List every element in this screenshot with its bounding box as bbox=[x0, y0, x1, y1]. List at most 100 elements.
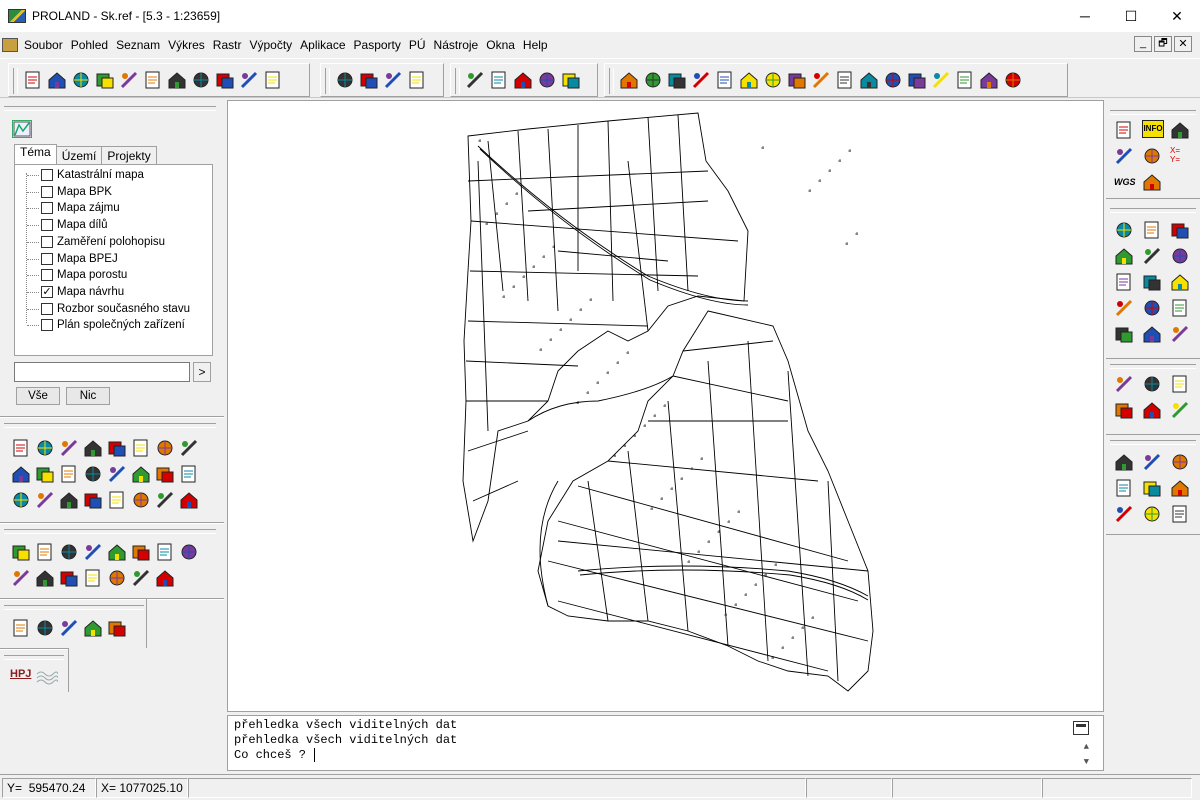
bullet-list-icon[interactable] bbox=[1114, 400, 1136, 422]
filter-input[interactable] bbox=[14, 362, 190, 382]
layer-item[interactable]: Zaměření polohopisu bbox=[26, 234, 165, 250]
layer-checkbox[interactable] bbox=[41, 319, 53, 332]
menu-pohled[interactable]: Pohled bbox=[67, 38, 112, 52]
menu-nastroje[interactable]: Nástroje bbox=[430, 38, 483, 52]
panel-grip[interactable] bbox=[1110, 208, 1196, 213]
atr-blue-icon[interactable] bbox=[1170, 504, 1192, 526]
atr-search-icon[interactable] bbox=[1142, 452, 1164, 474]
layer-checkbox[interactable] bbox=[41, 252, 53, 265]
scissors-icon[interactable] bbox=[1170, 272, 1192, 294]
layer-item[interactable]: Katastrální mapa bbox=[27, 167, 144, 183]
select-points-icon[interactable] bbox=[537, 70, 557, 90]
close-button[interactable]: ✕ bbox=[1154, 0, 1200, 32]
wgs-icon[interactable]: WGS bbox=[1114, 172, 1136, 194]
person-blue-icon[interactable] bbox=[11, 618, 33, 640]
menu-vypocty[interactable]: Výpočty bbox=[245, 38, 296, 52]
select-frame-icon[interactable] bbox=[1114, 272, 1136, 294]
hpj-button[interactable]: HPJ bbox=[10, 668, 31, 680]
target-icon[interactable] bbox=[1142, 146, 1164, 168]
highlighter-icon[interactable] bbox=[1142, 400, 1164, 422]
house-icon[interactable] bbox=[619, 70, 639, 90]
paint-icon[interactable] bbox=[155, 542, 177, 564]
book-person-icon[interactable] bbox=[59, 568, 81, 590]
parcel-map[interactable] bbox=[462, 112, 874, 692]
list-points-icon[interactable] bbox=[59, 464, 81, 486]
select-all-button[interactable]: Vše bbox=[16, 387, 60, 405]
open-folder-icon[interactable] bbox=[47, 70, 67, 90]
redo-icon[interactable] bbox=[1114, 146, 1136, 168]
scroll-up-icon[interactable]: ▲ bbox=[1084, 742, 1089, 752]
layers-red-icon[interactable] bbox=[407, 70, 427, 90]
layer-item[interactable]: Rozbor současného stavu bbox=[27, 301, 190, 317]
globe-icon[interactable] bbox=[1142, 172, 1164, 194]
menu-rastr[interactable]: Rastr bbox=[209, 38, 246, 52]
arrow-left-icon[interactable] bbox=[1114, 246, 1136, 268]
layer-checkbox[interactable]: ✓ bbox=[41, 285, 53, 298]
arrow-up-small-icon[interactable] bbox=[1142, 324, 1164, 346]
layers-icon[interactable] bbox=[383, 70, 403, 90]
mail-icon[interactable] bbox=[83, 618, 105, 640]
building-icon[interactable] bbox=[739, 70, 759, 90]
atr-yellow-icon[interactable] bbox=[1142, 504, 1164, 526]
layer-checkbox[interactable] bbox=[41, 269, 53, 282]
menu-vykres[interactable]: Výkres bbox=[164, 38, 209, 52]
house-edit-icon[interactable] bbox=[667, 70, 687, 90]
sum-percent-icon[interactable] bbox=[107, 542, 129, 564]
doc-list-icon[interactable] bbox=[131, 542, 153, 564]
brush-icon[interactable] bbox=[561, 70, 581, 90]
panel-grip[interactable] bbox=[4, 605, 144, 610]
tab-tema[interactable]: Téma bbox=[14, 144, 57, 164]
polygon-tool-icon[interactable] bbox=[35, 438, 57, 460]
points-icon[interactable] bbox=[513, 70, 533, 90]
atr-red-icon[interactable] bbox=[1114, 478, 1136, 500]
info-circle-icon[interactable] bbox=[1142, 374, 1164, 396]
layer-checkbox[interactable] bbox=[41, 219, 53, 232]
document-icon[interactable] bbox=[691, 70, 711, 90]
person-pen-icon[interactable] bbox=[179, 438, 201, 460]
menu-pasporty[interactable]: Pasporty bbox=[350, 38, 405, 52]
map-green-icon[interactable] bbox=[83, 490, 105, 512]
ab-icon[interactable] bbox=[1114, 504, 1136, 526]
house-list-icon[interactable] bbox=[811, 70, 831, 90]
layer-checkbox[interactable] bbox=[41, 302, 53, 315]
menu-help[interactable]: Help bbox=[519, 38, 552, 52]
filter-go-button[interactable]: > bbox=[193, 362, 211, 382]
frame-icon[interactable] bbox=[1114, 220, 1136, 242]
document-icon[interactable] bbox=[2, 38, 18, 52]
person-phone-icon[interactable] bbox=[107, 618, 129, 640]
globe-grid-icon[interactable] bbox=[215, 70, 235, 90]
water-icon[interactable] bbox=[36, 668, 59, 686]
person-red-icon[interactable] bbox=[11, 464, 33, 486]
map-green-icon[interactable] bbox=[1003, 70, 1023, 90]
vfp-icon[interactable] bbox=[131, 464, 153, 486]
tab-projekty[interactable]: Projekty bbox=[101, 146, 157, 164]
grid-points-icon[interactable] bbox=[489, 70, 509, 90]
mdi-minimize-button[interactable]: _ bbox=[1134, 36, 1152, 52]
box-tool-icon[interactable] bbox=[35, 542, 57, 564]
info-icon[interactable]: INFO bbox=[1142, 120, 1164, 142]
layer-checkbox[interactable] bbox=[41, 169, 53, 181]
page-icon[interactable] bbox=[787, 70, 807, 90]
panel-grip[interactable] bbox=[4, 423, 216, 428]
menu-okna[interactable]: Okna bbox=[482, 38, 519, 52]
sigma-swirl-icon[interactable] bbox=[131, 568, 153, 590]
map-move-icon[interactable] bbox=[1170, 298, 1192, 320]
person-list-icon[interactable] bbox=[35, 568, 57, 590]
center-icon[interactable] bbox=[1142, 246, 1164, 268]
highlight-icon[interactable] bbox=[643, 70, 663, 90]
polygon-person-icon[interactable] bbox=[11, 568, 33, 590]
doc-cycle-icon[interactable] bbox=[107, 464, 129, 486]
cut-icon[interactable] bbox=[465, 70, 485, 90]
console-prompt[interactable]: Co chceš ? bbox=[234, 748, 323, 762]
layer-checkbox[interactable] bbox=[41, 185, 53, 198]
paragraph-icon[interactable] bbox=[155, 438, 177, 460]
save-icon[interactable] bbox=[71, 70, 91, 90]
sum-person-icon[interactable] bbox=[155, 490, 177, 512]
map-drawing[interactable] bbox=[228, 101, 1103, 711]
back-icon[interactable] bbox=[1114, 324, 1136, 346]
layer-item[interactable]: ✓ Mapa návrhu bbox=[26, 284, 124, 300]
arrow-down-icon[interactable] bbox=[1142, 272, 1164, 294]
house-doc-icon[interactable] bbox=[835, 70, 855, 90]
tab-uzemi[interactable]: Území bbox=[55, 146, 103, 164]
lasso-icon[interactable] bbox=[1170, 374, 1192, 396]
